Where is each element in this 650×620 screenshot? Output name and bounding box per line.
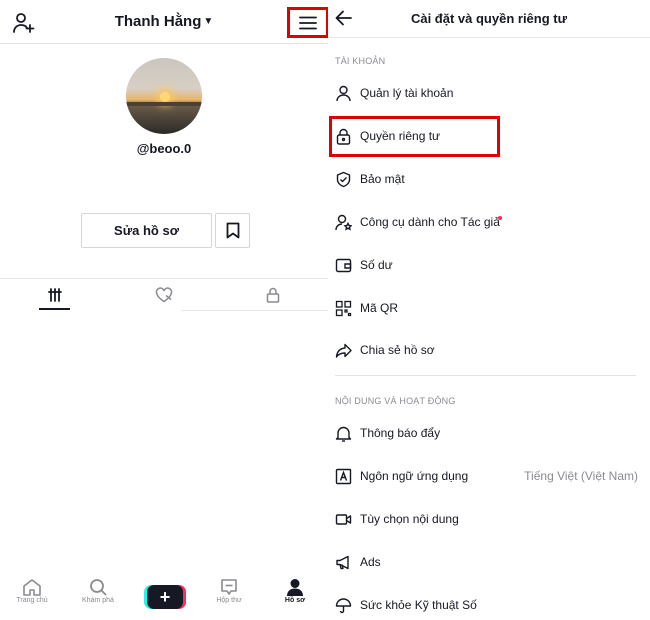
row-label: Ngôn ngữ ứng dụng — [360, 469, 469, 483]
tab-videos[interactable] — [0, 279, 109, 310]
create-button[interactable]: + — [147, 585, 183, 609]
umbrella-icon — [335, 598, 352, 614]
grid-icon — [47, 287, 62, 302]
settings-screen: Cài đặt và quyền riêng tư TÀI KHOẢN Quản… — [328, 0, 650, 620]
avatar-sun — [160, 92, 170, 102]
nav-discover[interactable]: Khám phá — [68, 578, 128, 604]
megaphone-icon — [336, 555, 349, 570]
nav-profile-label: Hồ sơ — [284, 597, 306, 604]
bookmark-icon — [226, 222, 239, 239]
lock-icon — [266, 287, 279, 303]
row-manage-account[interactable]: Quản lý tài khoản — [328, 76, 650, 112]
nav-home-label: Trang chủ — [16, 597, 48, 604]
search-icon — [90, 579, 107, 596]
row-label: Mã QR — [360, 301, 399, 315]
section-divider — [335, 375, 636, 376]
share-icon — [335, 343, 352, 358]
caret-down-icon: ▼ — [203, 16, 214, 27]
nav-profile[interactable]: Hồ sơ — [265, 578, 325, 604]
user-icon — [336, 85, 351, 102]
bottom-navigation: Trang chủ Khám phá + Hộp thư Hồ sơ — [0, 574, 328, 620]
creator-tools-icon — [335, 214, 352, 231]
profile-icon — [287, 579, 303, 596]
tab-private[interactable] — [218, 279, 327, 310]
row-creator-tools[interactable]: Công cụ dành cho Tác giả — [328, 205, 650, 241]
row-label: Bảo mật — [360, 172, 405, 186]
row-content-preferences[interactable]: Tùy chọn nội dung — [328, 502, 650, 538]
tab-liked[interactable] — [109, 279, 218, 310]
menu-button[interactable] — [287, 7, 329, 38]
profile-header: Thanh Hằng ▼ — [0, 0, 329, 44]
row-digital-wellbeing[interactable]: Sức khỏe Kỹ thuật Số — [328, 588, 650, 620]
row-label: Số dư — [360, 258, 393, 272]
row-label: Thông báo đẩy — [360, 426, 441, 440]
notification-dot — [498, 216, 502, 220]
lock-icon — [336, 128, 351, 145]
heart-hidden-icon — [155, 286, 172, 302]
nav-inbox-label: Hộp thư — [216, 597, 242, 604]
username: Thanh Hằng — [114, 13, 202, 30]
section-content-title: NỘI DUNG VÀ HOẠT ĐỘNG — [335, 396, 456, 406]
favorites-button[interactable] — [215, 213, 250, 248]
row-qr-code[interactable]: Mã QR — [328, 291, 650, 327]
username-switcher[interactable]: Thanh Hằng ▼ — [0, 13, 328, 30]
edit-profile-button[interactable]: Sửa hồ sơ — [81, 213, 212, 248]
row-balance[interactable]: Số dư — [328, 248, 650, 284]
plus-icon: + — [159, 586, 171, 607]
tab-divider — [181, 310, 328, 311]
row-label: Sức khỏe Kỹ thuật Số — [360, 598, 477, 612]
nav-discover-label: Khám phá — [82, 597, 114, 604]
avatar-shore — [126, 102, 202, 106]
row-push-notifications[interactable]: Thông báo đẩy — [328, 416, 650, 452]
home-icon — [23, 579, 41, 596]
profile-screen: Thanh Hằng ▼ @beoo.0 Sửa hồ sơ Trang chủ… — [0, 0, 329, 620]
row-ads[interactable]: Ads — [328, 545, 650, 581]
language-value: Tiếng Việt (Việt Nam) — [524, 469, 638, 483]
wallet-icon — [335, 258, 352, 273]
inbox-icon — [221, 579, 237, 595]
language-icon — [335, 468, 352, 485]
hamburger-icon — [299, 16, 317, 29]
shield-icon — [336, 171, 351, 188]
active-tab-indicator — [39, 308, 70, 310]
row-privacy[interactable]: Quyền riêng tư — [328, 119, 650, 155]
qr-code-icon — [335, 300, 352, 317]
section-account-title: TÀI KHOẢN — [335, 56, 386, 66]
avatar[interactable] — [126, 58, 202, 134]
settings-header: Cài đặt và quyền riêng tư — [328, 0, 650, 38]
row-label: Quản lý tài khoản — [360, 86, 454, 100]
profile-handle: @beoo.0 — [136, 141, 192, 156]
row-security[interactable]: Bảo mật — [328, 162, 650, 198]
row-label: Chia sẻ hồ sơ — [360, 343, 435, 357]
nav-inbox[interactable]: Hộp thư — [199, 578, 259, 604]
video-icon — [335, 514, 352, 525]
row-label: Công cụ dành cho Tác giả — [360, 215, 500, 229]
row-share-profile[interactable]: Chia sẻ hồ sơ — [328, 333, 650, 369]
bell-icon — [335, 426, 352, 442]
row-app-language[interactable]: Ngôn ngữ ứng dụng Tiếng Việt (Việt Nam) — [328, 459, 650, 495]
row-label: Ads — [360, 555, 381, 569]
profile-tabs — [0, 278, 328, 311]
row-label: Quyền riêng tư — [360, 129, 441, 143]
settings-title: Cài đặt và quyền riêng tư — [410, 11, 568, 26]
nav-home[interactable]: Trang chủ — [2, 578, 62, 604]
row-label: Tùy chọn nội dung — [360, 512, 459, 526]
